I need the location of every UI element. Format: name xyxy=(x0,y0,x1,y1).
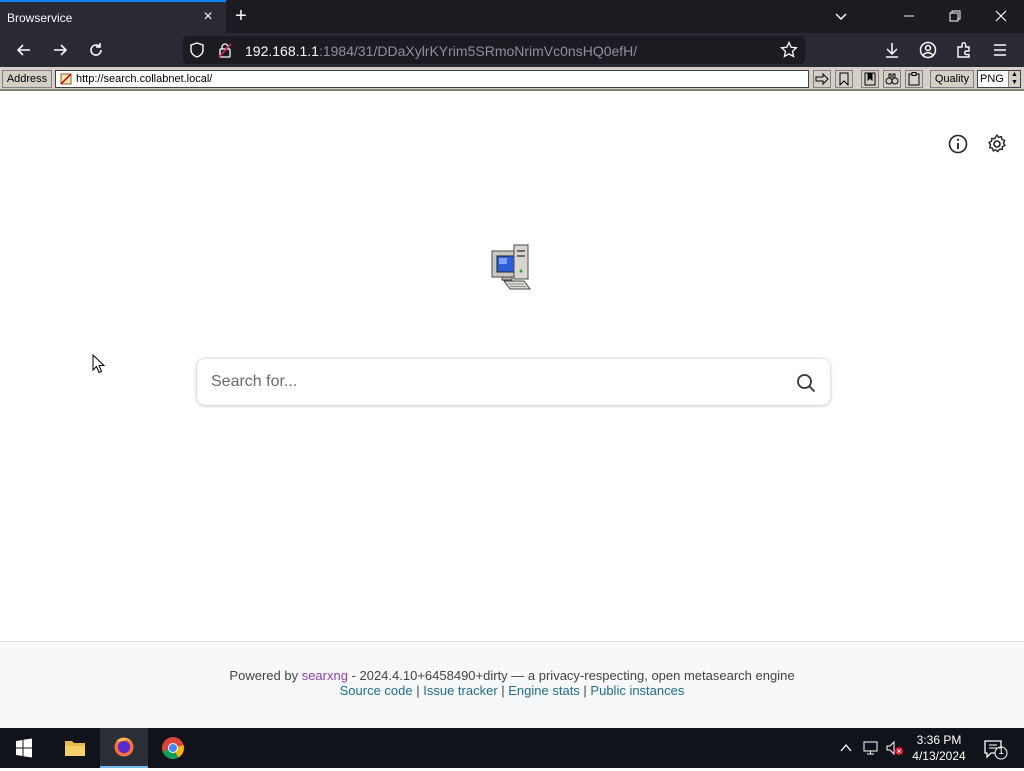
close-tab-icon[interactable]: × xyxy=(200,9,216,25)
menu-icon[interactable] xyxy=(990,40,1010,60)
engine-stats-link[interactable]: Engine stats xyxy=(508,683,580,698)
browservice-toolbar: Address http://search.collabnet.local/ Q… xyxy=(0,67,1024,91)
firefox-taskbar-button[interactable] xyxy=(100,728,148,768)
taskbar: 3:36 PM 4/13/2024 1 xyxy=(0,728,1024,768)
searxng-computer-logo xyxy=(491,244,531,290)
link-separator: | xyxy=(497,683,509,698)
bookmark-icon[interactable] xyxy=(835,70,853,88)
bookmarks-list-icon[interactable] xyxy=(861,70,879,88)
link-separator: | xyxy=(579,683,591,698)
account-icon[interactable] xyxy=(918,40,938,60)
file-explorer-icon[interactable] xyxy=(51,728,99,768)
url-text[interactable]: 192.168.1.1:1984/31/DDaXylrKYrim5SRmoNri… xyxy=(245,43,637,59)
navigation-toolbar: 192.168.1.1:1984/31/DDaXylrKYrim5SRmoNri… xyxy=(0,33,1024,67)
powered-by-text: Powered by xyxy=(229,668,302,683)
network-icon[interactable] xyxy=(862,740,880,756)
list-tabs-icon[interactable] xyxy=(831,6,851,26)
spin-arrows-icon[interactable]: ▲ ▼ xyxy=(1008,71,1020,87)
address-input[interactable]: http://search.collabnet.local/ xyxy=(55,70,809,88)
go-arrow-icon[interactable] xyxy=(813,70,831,88)
back-icon[interactable] xyxy=(14,40,34,60)
search-icon[interactable] xyxy=(795,372,817,394)
tab-title: Browservice xyxy=(7,11,73,25)
volume-muted-icon[interactable] xyxy=(885,740,905,756)
searxng-link[interactable]: searxng xyxy=(302,668,348,683)
close-window-icon[interactable] xyxy=(991,6,1011,26)
search-input[interactable] xyxy=(211,359,781,405)
clock[interactable]: 3:36 PM 4/13/2024 xyxy=(906,732,972,764)
find-icon[interactable] xyxy=(883,70,901,88)
quality-value: PNG xyxy=(980,73,1004,85)
windows-start-icon[interactable] xyxy=(0,728,48,768)
reload-icon[interactable] xyxy=(86,40,106,60)
search-box xyxy=(197,359,830,405)
shield-icon[interactable] xyxy=(189,42,205,58)
new-tab-icon[interactable]: + xyxy=(231,6,251,26)
public-instances-link[interactable]: Public instances xyxy=(590,683,684,698)
issue-tracker-link[interactable]: Issue tracker xyxy=(423,683,497,698)
info-icon[interactable] xyxy=(947,133,969,155)
insecure-lock-icon[interactable] xyxy=(217,42,233,58)
footer: Powered by searxng - 2024.4.10+6458490+d… xyxy=(0,641,1024,728)
address-value: http://search.collabnet.local/ xyxy=(76,73,213,85)
firefox-icon xyxy=(114,737,134,757)
forward-icon[interactable] xyxy=(50,40,70,60)
url-host: 192.168.1.1 xyxy=(245,43,319,59)
clock-time: 3:36 PM xyxy=(916,733,962,747)
downloads-icon[interactable] xyxy=(882,40,902,60)
source-code-link[interactable]: Source code xyxy=(340,683,413,698)
quality-label: Quality xyxy=(930,70,974,88)
tab-browservice[interactable]: Browservice × xyxy=(0,0,226,33)
address-label: Address xyxy=(2,70,52,88)
extensions-icon[interactable] xyxy=(954,40,974,60)
footer-powered-by: Powered by searxng - 2024.4.10+6458490+d… xyxy=(0,668,1024,683)
version-text: - 2024.4.10+6458490+dirty — a privacy-re… xyxy=(347,668,795,683)
footer-links: Source code | Issue tracker | Engine sta… xyxy=(0,683,1024,698)
notification-count: 1 xyxy=(998,746,1004,757)
restore-icon[interactable] xyxy=(945,6,965,26)
minimize-icon[interactable] xyxy=(899,6,919,26)
url-path: :1984/31/DDaXylrKYrim5SRmoNrimVc0nsHQ0ef… xyxy=(318,43,638,59)
tab-strip: Browservice × + xyxy=(0,0,1024,33)
tray-chevron-up-icon[interactable] xyxy=(838,740,854,756)
url-bar[interactable]: 192.168.1.1:1984/31/DDaXylrKYrim5SRmoNri… xyxy=(183,36,805,64)
mouse-cursor-icon xyxy=(92,354,106,374)
clipboard-icon[interactable] xyxy=(905,70,923,88)
insecure-page-icon xyxy=(60,73,72,85)
quality-select[interactable]: PNG ▲ ▼ xyxy=(977,70,1021,88)
link-separator: | xyxy=(412,683,424,698)
page-content: Powered by searxng - 2024.4.10+6458490+d… xyxy=(0,93,1024,728)
clock-date: 4/13/2024 xyxy=(912,749,966,763)
settings-gear-icon[interactable] xyxy=(986,133,1008,155)
chrome-icon[interactable] xyxy=(149,728,197,768)
bookmark-star-icon[interactable] xyxy=(780,41,798,59)
